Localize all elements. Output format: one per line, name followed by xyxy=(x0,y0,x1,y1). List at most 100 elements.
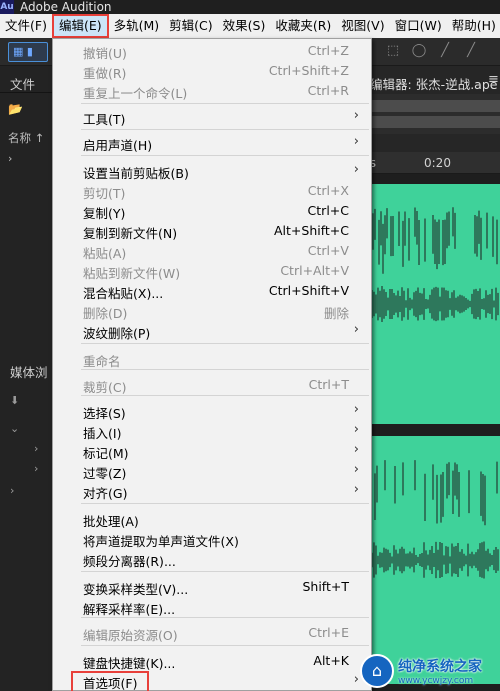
menu-item-shortcut: Ctrl+V xyxy=(307,243,349,258)
menu-item[interactable]: 过零(Z) › xyxy=(53,461,371,481)
menu-item-label: 编辑原始资源(O) xyxy=(83,628,178,643)
title-bar: Au Adobe Audition xyxy=(0,0,500,14)
menu-item-label: 批处理(A) xyxy=(83,514,139,529)
watermark-title: 纯净系统之家 xyxy=(398,658,482,675)
menu-item: 粘贴到新文件(W) Ctrl+Alt+V xyxy=(53,261,371,281)
menu-file[interactable]: 文件(F) xyxy=(0,14,52,38)
menu-item[interactable]: 键盘快捷键(K)... Alt+K xyxy=(53,651,371,671)
menu-item: 撤销(U) Ctrl+Z xyxy=(53,41,371,61)
files-tab[interactable]: 文件 xyxy=(10,74,35,93)
menu-item-shortcut: Alt+K xyxy=(313,653,349,668)
menu-item[interactable]: 解释采样率(E)... xyxy=(53,597,371,617)
expand-chevron-icon[interactable]: › xyxy=(34,462,38,475)
menu-item-label: 粘贴到新文件(W) xyxy=(83,266,181,281)
menu-item[interactable]: 设置当前剪贴板(B) › xyxy=(53,161,371,181)
menu-item-label: 插入(I) xyxy=(83,426,122,441)
menu-item-label: 首选项(F) xyxy=(83,676,138,691)
menu-item-shortcut: Ctrl+Z xyxy=(307,43,349,58)
menu-item[interactable]: 复制到新文件(N) Alt+Shift+C xyxy=(53,221,371,241)
menu-view[interactable]: 视图(V) xyxy=(336,14,389,38)
expand-chevron-icon[interactable]: ⌄ xyxy=(10,422,19,435)
menu-item[interactable]: 波纹删除(P) › xyxy=(53,321,371,341)
menu-item-label: 对齐(G) xyxy=(83,486,128,501)
editor-title: 编辑器: 张杰-逆战.ape xyxy=(370,77,498,92)
overview-waveform-graphic xyxy=(370,94,500,134)
waveform-overview[interactable] xyxy=(370,94,500,134)
expand-chevron-icon[interactable]: › xyxy=(10,484,14,497)
menu-favorites[interactable]: 收藏夹(R) xyxy=(270,14,336,38)
submenu-chevron-icon: › xyxy=(353,442,359,457)
menu-bar: 文件(F) 编辑(E) 多轨(M) 剪辑(C) 效果(S) 收藏夹(R) 视图(… xyxy=(0,14,500,38)
edit-menu-dropdown: 撤销(U) Ctrl+Z 重做(R) Ctrl+Shift+Z 重复上一个命令(L) Ct… xyxy=(52,38,372,691)
menu-item: 重命名 xyxy=(53,349,371,369)
menu-item-shortcut: 删除 xyxy=(323,306,349,321)
menu-item[interactable]: 选择(S) › xyxy=(53,401,371,421)
menu-item[interactable]: 将声道提取为单声道文件(X) xyxy=(53,529,371,549)
audition-app-icon: Au xyxy=(0,0,14,14)
menu-separator xyxy=(81,343,369,344)
menu-item[interactable]: 对齐(G) › xyxy=(53,481,371,501)
menu-item[interactable]: 变换采样类型(V)... Shift+T xyxy=(53,577,371,597)
menu-item[interactable]: 批处理(A) xyxy=(53,509,371,529)
brush-icon[interactable]: ╱ xyxy=(436,42,454,60)
expand-chevron-icon[interactable]: › xyxy=(8,152,12,165)
submenu-chevron-icon: › xyxy=(353,462,359,477)
waveform-graphic xyxy=(370,184,500,684)
time-ruler[interactable]: ms 0:20 xyxy=(352,152,500,174)
menu-item: 重复上一个命令(L) Ctrl+R xyxy=(53,81,371,101)
menu-window[interactable]: 窗口(W) xyxy=(390,14,447,38)
menu-item-label: 工具(T) xyxy=(83,112,126,127)
waveform-display[interactable] xyxy=(370,174,500,691)
lasso-icon[interactable]: ◯ xyxy=(410,42,428,60)
menu-item-label: 将声道提取为单声道文件(X) xyxy=(83,534,239,549)
menu-item-label: 解释采样率(E)... xyxy=(83,602,176,617)
name-column-header[interactable]: 名称 ↑ xyxy=(8,130,44,146)
submenu-chevron-icon: › xyxy=(353,134,359,149)
menu-item[interactable]: 启用声道(H) › xyxy=(53,133,371,153)
menu-item[interactable]: 标记(M) › xyxy=(53,441,371,461)
menu-separator xyxy=(81,645,369,646)
menu-item-label: 粘贴(A) xyxy=(83,246,127,261)
media-browser-tab[interactable]: 媒体浏 xyxy=(10,362,48,381)
menu-item: 重做(R) Ctrl+Shift+Z xyxy=(53,61,371,81)
editor-panel: 编辑器: 张杰-逆战.ape ≡ ms 0:20 xyxy=(352,66,500,691)
menu-item[interactable]: 混合粘贴(X)... Ctrl+Shift+V xyxy=(53,281,371,301)
menu-separator xyxy=(81,103,369,104)
spot-healing-icon[interactable]: ╱ xyxy=(462,42,480,60)
menu-help[interactable]: 帮助(H) xyxy=(447,14,500,38)
menu-separator xyxy=(81,571,369,572)
panel-menu-icon[interactable]: ≡ xyxy=(488,72,499,87)
menu-item[interactable]: 工具(T) › xyxy=(53,107,371,127)
expand-chevron-icon[interactable]: › xyxy=(34,442,38,455)
menu-item-shortcut: Ctrl+Shift+Z xyxy=(268,63,349,78)
menu-effects[interactable]: 效果(S) xyxy=(218,14,271,38)
menu-multitrack[interactable]: 多轨(M) xyxy=(109,14,165,38)
menu-item[interactable]: 插入(I) › xyxy=(53,421,371,441)
watermark: ⌂ 纯净系统之家 www.ycwjzy.com xyxy=(360,650,500,691)
menu-item-label: 过零(Z) xyxy=(83,466,127,481)
menu-item-shortcut: Ctrl+E xyxy=(308,625,349,640)
menu-item-shortcut: Ctrl+C xyxy=(307,203,349,218)
menu-item: 粘贴(A) Ctrl+V xyxy=(53,241,371,261)
waveform-view-button[interactable]: ▦ ▮ xyxy=(8,42,48,62)
download-icon[interactable]: ⬇ xyxy=(10,394,19,407)
ruler-label: 0:20 xyxy=(424,156,451,170)
menu-item: 剪切(T) Ctrl+X xyxy=(53,181,371,201)
menu-item-label: 重做(R) xyxy=(83,66,127,81)
submenu-chevron-icon: › xyxy=(353,422,359,437)
menu-item: 裁剪(C) Ctrl+T xyxy=(53,375,371,395)
menu-separator xyxy=(81,155,369,156)
menu-item-label: 启用声道(H) xyxy=(83,138,153,153)
menu-item-label: 重命名 xyxy=(83,354,121,369)
menu-item[interactable]: 频段分离器(R)... xyxy=(53,549,371,569)
menu-item[interactable]: 复制(Y) Ctrl+C xyxy=(53,201,371,221)
menu-item-shortcut: Ctrl+X xyxy=(307,183,349,198)
menu-item-shortcut: Ctrl+Alt+V xyxy=(280,263,349,278)
marquee-select-icon[interactable]: ⬚ xyxy=(384,42,402,60)
menu-edit[interactable]: 编辑(E) xyxy=(51,14,109,38)
menu-clip[interactable]: 剪辑(C) xyxy=(164,14,217,38)
divider xyxy=(0,92,52,93)
submenu-chevron-icon: › xyxy=(353,672,359,687)
folder-open-icon[interactable]: 📂 xyxy=(8,102,23,116)
menu-item[interactable]: 首选项(F) › xyxy=(53,671,371,691)
